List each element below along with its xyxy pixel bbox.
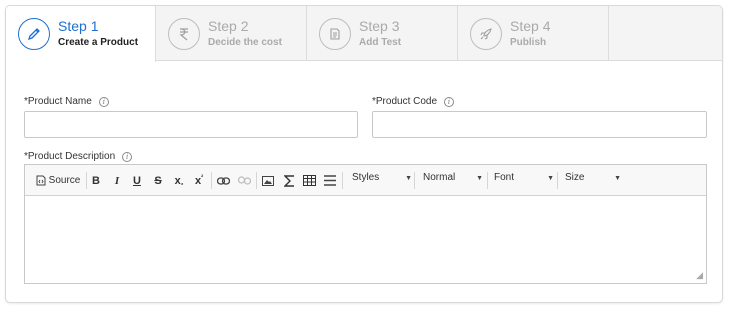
unlink-icon[interactable] — [236, 173, 252, 188]
font-dropdown-label: Font — [494, 172, 515, 183]
source-button[interactable]: Source — [35, 173, 81, 188]
link-icon[interactable] — [215, 173, 231, 188]
italic-button[interactable]: I — [110, 173, 124, 188]
step-3-title: Step 3 — [359, 18, 400, 34]
toolbar-separator — [211, 172, 212, 189]
dropdown-arrow-icon: ▼ — [476, 175, 483, 182]
font-dropdown[interactable]: Font ▼ — [494, 172, 554, 189]
info-icon[interactable]: i — [98, 96, 109, 107]
styles-dropdown-label: Styles — [352, 172, 380, 183]
horizontal-line-icon[interactable] — [322, 173, 338, 188]
step-4-title: Step 4 — [510, 18, 551, 34]
product-code-label-text: *Product Code — [372, 96, 438, 107]
pencil-icon — [18, 18, 50, 50]
table-icon[interactable] — [301, 173, 317, 188]
product-name-label-text: *Product Name — [24, 96, 92, 107]
toolbar-separator — [86, 172, 87, 189]
rupee-icon — [168, 18, 200, 50]
image-icon[interactable] — [260, 173, 276, 188]
superscript-button[interactable]: x² — [191, 173, 207, 188]
info-icon[interactable]: i — [122, 151, 133, 162]
document-icon — [319, 18, 351, 50]
step-1-title: Step 1 — [58, 18, 99, 34]
step-3-subtitle: Add Test — [359, 37, 402, 48]
subscript-mark-text: ₂ — [180, 180, 184, 187]
styles-dropdown[interactable]: Styles ▼ — [352, 172, 412, 189]
product-description-label-text: *Product Description — [24, 151, 116, 162]
formula-sigma-icon[interactable] — [281, 173, 297, 188]
product-name-label: *Product Name i — [24, 96, 109, 107]
format-dropdown-label: Normal — [423, 172, 456, 183]
step-4-subtitle: Publish — [510, 37, 547, 48]
dropdown-arrow-icon: ▼ — [405, 175, 412, 182]
product-name-input[interactable] — [24, 111, 358, 138]
size-dropdown-label: Size — [565, 172, 585, 183]
strikethrough-button[interactable]: S — [151, 173, 165, 188]
step-3-tab[interactable]: Step 3 Add Test — [307, 6, 458, 61]
step-2-subtitle: Decide the cost — [208, 37, 282, 48]
step-1-tab[interactable]: Step 1 Create a Product — [6, 6, 156, 62]
product-code-label: *Product Code i — [372, 96, 455, 107]
product-description-label: *Product Description i — [24, 151, 133, 162]
toolbar-separator — [342, 172, 343, 189]
source-label: Source — [48, 175, 81, 186]
subscript-button[interactable]: x₂ — [171, 173, 187, 188]
product-wizard-card: Step 1 Create a Product Step 2 Decide th… — [5, 5, 723, 303]
size-dropdown[interactable]: Size ▼ — [565, 172, 621, 189]
step-1-subtitle: Create a Product — [58, 37, 139, 48]
superscript-mark-text: ² — [201, 174, 204, 181]
editor-toolbar: Source B I U S x₂ x² Styles ▼ Normal ▼ F… — [25, 165, 706, 196]
info-icon[interactable]: i — [444, 96, 455, 107]
toolbar-separator — [414, 172, 415, 189]
editor-content-area[interactable] — [25, 196, 706, 283]
step-4-tab[interactable]: Step 4 Publish — [458, 6, 609, 61]
dropdown-arrow-icon: ▼ — [547, 175, 554, 182]
format-dropdown[interactable]: Normal ▼ — [423, 172, 483, 189]
wizard-steps: Step 1 Create a Product Step 2 Decide th… — [6, 6, 722, 62]
dropdown-arrow-icon: ▼ — [614, 175, 621, 182]
toolbar-separator — [487, 172, 488, 189]
toolbar-separator — [557, 172, 558, 189]
step-2-title: Step 2 — [208, 18, 249, 34]
underline-button[interactable]: U — [130, 173, 144, 188]
step-2-tab[interactable]: Step 2 Decide the cost — [156, 6, 307, 61]
resize-handle-icon[interactable]: ◢ — [696, 270, 703, 281]
bold-button[interactable]: B — [89, 173, 103, 188]
product-code-input[interactable] — [372, 111, 707, 138]
rocket-icon — [470, 18, 502, 50]
toolbar-separator — [256, 172, 257, 189]
source-icon — [36, 175, 46, 186]
rich-text-editor: Source B I U S x₂ x² Styles ▼ Normal ▼ F… — [24, 164, 707, 284]
